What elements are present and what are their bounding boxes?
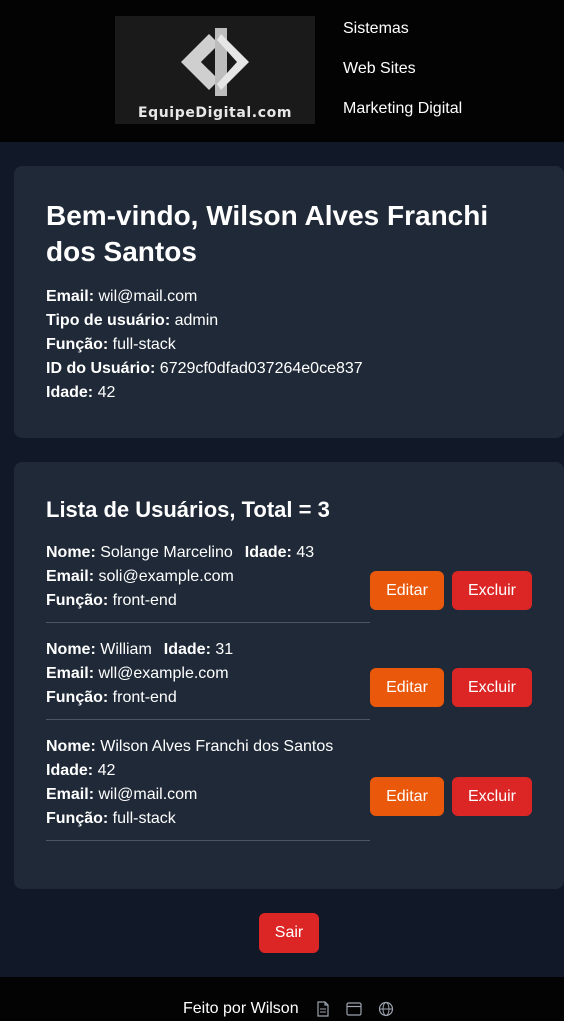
user-email-line: Email: wll@example.com [46,662,370,686]
user-email: wil@mail.com [98,786,198,803]
name-label: Nome: [46,641,96,658]
info-label: Função: [46,336,109,353]
document-icon[interactable] [316,1001,330,1017]
user-list-title: Lista de Usuários, Total = 3 [46,497,330,522]
user-name: Solange Marcelino [100,544,233,561]
user-name: William [100,641,152,658]
info-label: Tipo de usuário: [46,312,171,329]
user-details: Nome: William Idade: 31 Email: wll@exampl… [46,638,370,710]
site-footer: Feito por Wilson [0,977,564,1021]
site-header: EquipeDigital.com Sistemas Web Sites Mar… [0,0,564,142]
user-age: 31 [215,641,234,658]
info-label: Email: [46,288,95,305]
age-label: Idade: [244,544,292,561]
user-name: Wilson Alves Franchi dos Santos [100,738,334,755]
user-list-card: Lista de Usuários, Total = 3 Nome: Solan… [14,462,564,889]
info-label: ID do Usuário: [46,360,156,377]
equipedigital-logo[interactable]: EquipeDigital.com [115,16,315,124]
user-name-line: Nome: Wilson Alves Franchi dos Santos Ida… [46,735,370,783]
logout-button[interactable]: Sair [259,913,319,953]
nav-marketing-digital[interactable]: Marketing Digital [343,100,462,118]
role-label: Função: [46,810,109,827]
info-role: Função: full-stack [46,333,176,357]
user-role: front-end [112,689,177,706]
role-label: Função: [46,689,109,706]
name-label: Nome: [46,544,96,561]
nav-web-sites[interactable]: Web Sites [343,60,416,78]
logo-text: EquipeDigital.com [137,105,293,121]
info-value: 6729cf0dfad037264e0ce837 [159,360,363,377]
user-details: Nome: Solange Marcelino Idade: 43 Email: … [46,541,370,613]
divider [46,719,370,720]
edit-button[interactable]: Editar [370,668,444,707]
footer-text: Feito por Wilson [183,1000,299,1017]
info-value: wil@mail.com [98,288,198,305]
info-value: 42 [97,384,116,401]
info-label: Idade: [46,384,94,401]
age-label: Idade: [46,762,94,779]
edit-button[interactable]: Editar [370,777,444,816]
user-role: full-stack [112,810,176,827]
delete-button[interactable]: Excluir [452,668,532,707]
info-value: admin [174,312,219,329]
browser-window-icon[interactable] [346,1001,362,1017]
user-email: soli@example.com [98,568,234,585]
user-role-line: Função: front-end [46,589,370,613]
user-role-line: Função: front-end [46,686,370,710]
age-label: Idade: [163,641,211,658]
info-user-type: Tipo de usuário: admin [46,309,218,333]
delete-button[interactable]: Excluir [452,571,532,610]
email-label: Email: [46,665,95,682]
user-details: Nome: Wilson Alves Franchi dos Santos Ida… [46,735,370,831]
info-value: full-stack [112,336,176,353]
info-age: Idade: 42 [46,381,115,405]
user-age: 43 [296,544,315,561]
role-label: Função: [46,592,109,609]
user-name-line: Nome: Solange Marcelino Idade: 43 [46,541,370,565]
user-role: front-end [112,592,177,609]
user-name-line: Nome: William Idade: 31 [46,638,370,662]
logo-mark-icon [181,28,249,96]
email-label: Email: [46,568,95,585]
globe-icon[interactable] [378,1001,394,1017]
user-email-line: Email: soli@example.com [46,565,370,589]
delete-button[interactable]: Excluir [452,777,532,816]
welcome-card: Bem-vindo, Wilson Alves Franchi dos Sant… [14,166,564,438]
name-label: Nome: [46,738,96,755]
edit-button[interactable]: Editar [370,571,444,610]
user-age: 42 [97,762,116,779]
email-label: Email: [46,786,95,803]
divider [46,840,370,841]
user-email-line: Email: wil@mail.com [46,783,370,807]
welcome-title: Bem-vindo, Wilson Alves Franchi dos Sant… [46,200,489,267]
nav-sistemas[interactable]: Sistemas [343,20,409,38]
info-user-id: ID do Usuário: 6729cf0dfad037264e0ce837 [46,357,363,381]
divider [46,622,370,623]
info-email: Email: wil@mail.com [46,285,197,309]
user-role-line: Função: full-stack [46,807,370,831]
user-email: wll@example.com [98,665,229,682]
